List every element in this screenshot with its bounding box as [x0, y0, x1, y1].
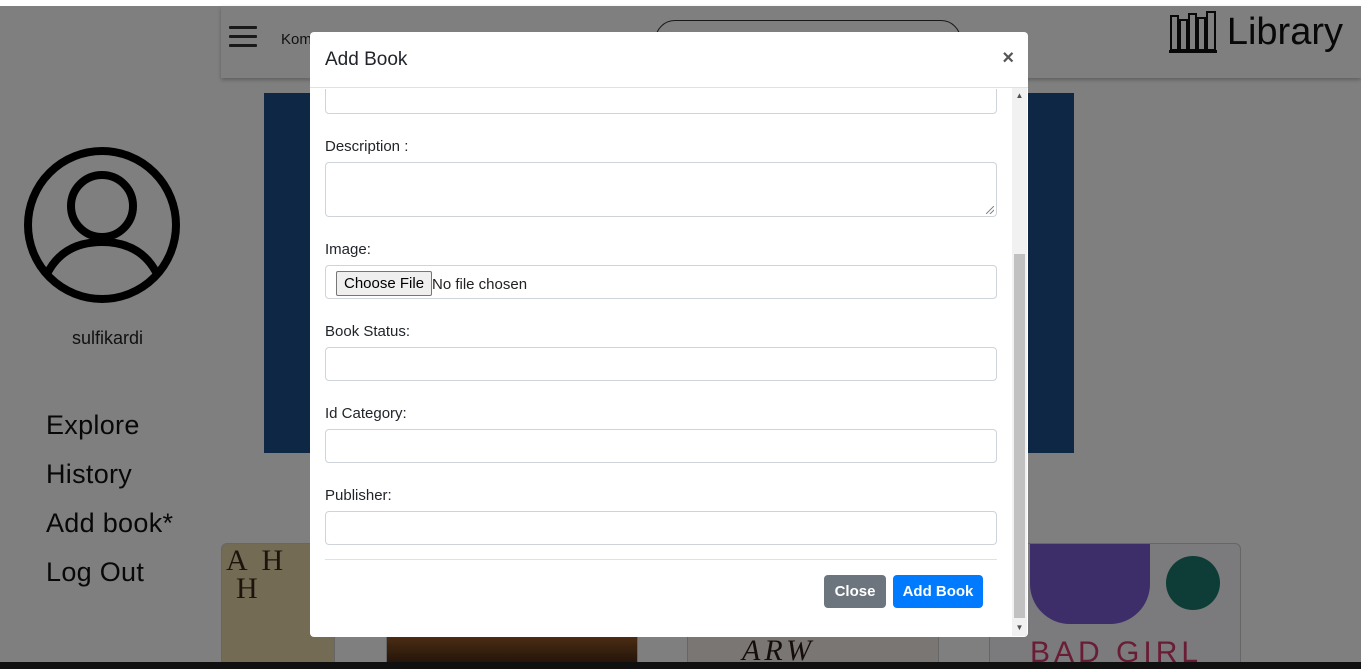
- book-status-label: Book Status:: [325, 323, 411, 340]
- publisher-label: Publisher:: [325, 487, 392, 504]
- image-file-input[interactable]: Choose File No file chosen: [325, 265, 997, 299]
- image-label: Image:: [325, 241, 371, 258]
- scrollbar-thumb[interactable]: [1014, 254, 1025, 618]
- title-input[interactable]: [325, 89, 997, 114]
- description-label: Description :: [325, 138, 409, 155]
- modal-header: Add Book ×: [310, 32, 1028, 88]
- modal-title: Add Book: [325, 49, 408, 70]
- description-textarea[interactable]: [325, 162, 997, 217]
- scroll-up-arrow-icon[interactable]: ▲: [1012, 88, 1027, 104]
- add-book-button[interactable]: Add Book: [893, 575, 983, 608]
- id-category-label: Id Category:: [325, 405, 407, 422]
- close-icon[interactable]: ×: [1002, 47, 1014, 70]
- close-button[interactable]: Close: [824, 575, 886, 608]
- add-book-modal: Add Book × Description : Image: Choose F…: [310, 32, 1028, 637]
- modal-footer-divider: [325, 559, 997, 560]
- book-status-input[interactable]: [325, 347, 997, 381]
- modal-body: Description : Image: Choose File No file…: [310, 89, 1013, 637]
- publisher-input[interactable]: [325, 511, 997, 545]
- id-category-input[interactable]: [325, 429, 997, 463]
- file-status-text: No file chosen: [432, 276, 528, 293]
- choose-file-button[interactable]: Choose File: [336, 271, 433, 296]
- resize-grip-icon[interactable]: [986, 206, 994, 214]
- modal-scrollbar[interactable]: ▲ ▼: [1012, 88, 1027, 636]
- scroll-down-arrow-icon[interactable]: ▼: [1012, 620, 1027, 636]
